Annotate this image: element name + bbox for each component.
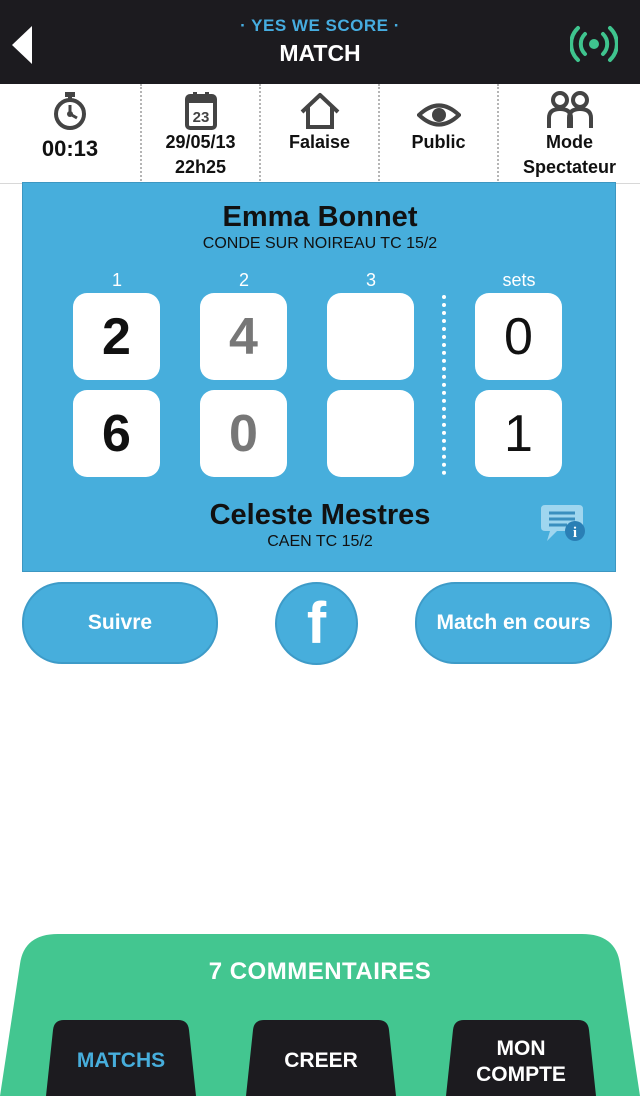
set1-header: 1 xyxy=(111,270,122,290)
player2-name: Celeste Mestres xyxy=(209,499,431,531)
match-date: 29/05/13 xyxy=(165,132,236,152)
tab-mon-compte-label-line2: COMPTE xyxy=(476,1063,566,1086)
set2-header: 2 xyxy=(238,270,249,290)
bottom-panel: 7 COMMENTAIRES MATCHS CREER MON COMPTE xyxy=(0,934,640,1096)
tab-matchs[interactable]: MATCHS xyxy=(46,1020,196,1096)
player2-set3-score[interactable] xyxy=(327,390,414,477)
sets-header: sets xyxy=(502,270,536,290)
users-icon xyxy=(499,84,640,130)
match-info-bar: 00:13 23 29/05/13 22h25 Falaise Public M… xyxy=(0,84,640,184)
player2-sets-won[interactable]: 1 xyxy=(475,390,562,477)
player2-set2-score[interactable]: 0 xyxy=(200,390,287,477)
tab-creer[interactable]: CREER xyxy=(246,1020,396,1096)
match-time: 22h25 xyxy=(174,157,227,177)
player2-club: CAEN TC 15/2 xyxy=(267,533,373,550)
match-visibility: Public xyxy=(411,132,466,152)
mode-cell: Mode Spectateur xyxy=(497,84,640,184)
eye-icon xyxy=(380,84,497,130)
player1-sets-won[interactable]: 0 xyxy=(475,293,562,380)
tab-creer-label: CREER xyxy=(284,1049,358,1072)
sets-divider xyxy=(442,295,446,475)
match-timer: 00:13 xyxy=(41,136,99,161)
player1-set1-score[interactable]: 2 xyxy=(73,293,160,380)
match-status-button[interactable]: Match en cours xyxy=(415,582,612,664)
player2-set1-score[interactable]: 6 xyxy=(73,390,160,477)
live-broadcast-icon[interactable] xyxy=(569,24,619,64)
mode-label-line1: Mode xyxy=(546,132,593,152)
player1-club: CONDE SUR NOIREAU TC 15/2 xyxy=(202,235,438,252)
svg-text:i: i xyxy=(573,525,577,541)
page-title: MATCH xyxy=(279,40,361,66)
calendar-icon: 23 xyxy=(142,84,259,130)
tab-mon-compte-label-line1: MON xyxy=(496,1037,546,1060)
match-location: Falaise xyxy=(288,132,351,152)
date-cell: 23 29/05/13 22h25 xyxy=(140,84,259,184)
brand-label: · YES WE SCORE · xyxy=(240,16,400,35)
facebook-icon: f xyxy=(306,591,327,656)
timer-cell: 00:13 xyxy=(0,84,140,184)
facebook-share-button[interactable]: f xyxy=(275,582,358,665)
visibility-cell: Public xyxy=(378,84,497,184)
tab-mon-compte[interactable]: MON COMPTE xyxy=(446,1020,596,1096)
set3-header: 3 xyxy=(365,270,376,290)
player1-set3-score[interactable] xyxy=(327,293,414,380)
player1-set2-score[interactable]: 4 xyxy=(200,293,287,380)
mode-label-line2: Spectateur xyxy=(522,157,617,177)
score-board: Emma Bonnet CONDE SUR NOIREAU TC 15/2 1 … xyxy=(22,182,616,572)
stopwatch-icon xyxy=(0,84,140,130)
tab-matchs-label: MATCHS xyxy=(76,1049,166,1072)
location-cell: Falaise xyxy=(259,84,378,184)
svg-text:23: 23 xyxy=(192,109,209,126)
comments-link[interactable]: 7 COMMENTAIRES xyxy=(0,958,640,986)
chat-info-icon[interactable]: i xyxy=(541,501,587,545)
follow-button[interactable]: Suivre xyxy=(22,582,218,664)
player1-name: Emma Bonnet xyxy=(222,201,418,233)
home-icon xyxy=(261,84,378,130)
header-bar: · YES WE SCORE · MATCH xyxy=(0,0,640,84)
